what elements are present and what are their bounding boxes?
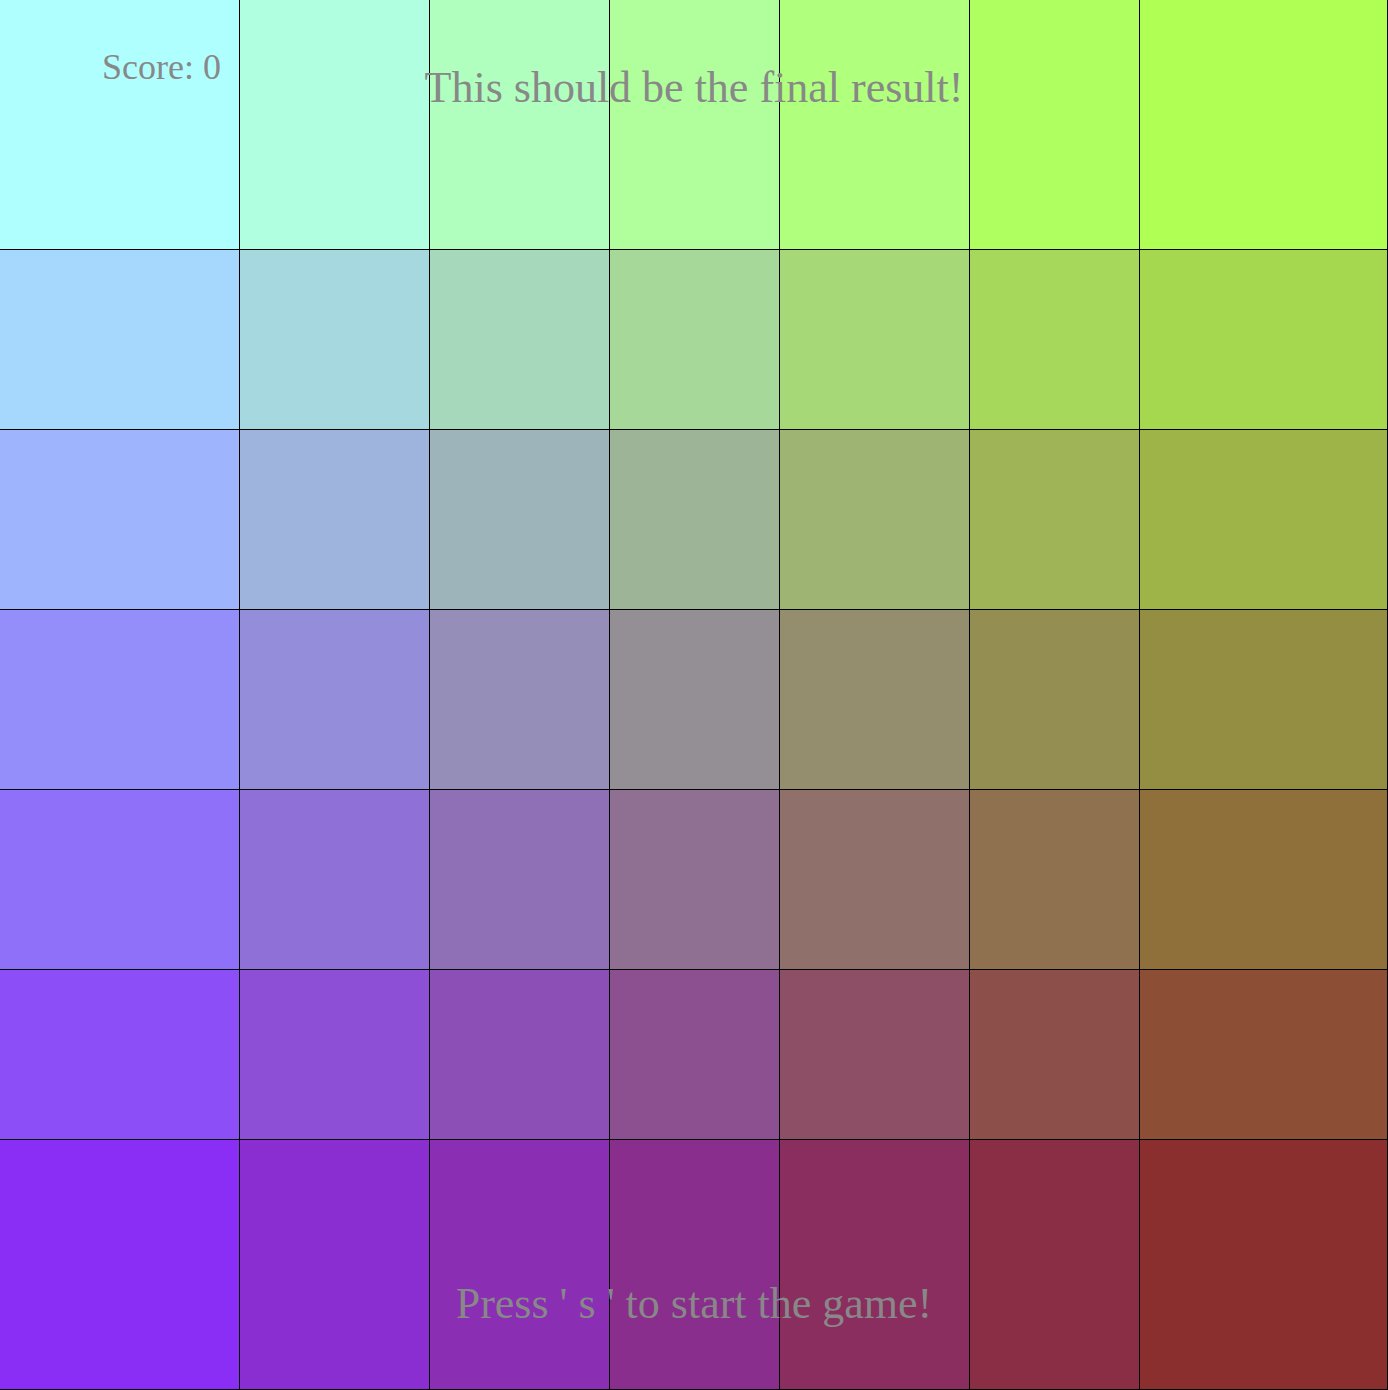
puzzle-piece[interactable] — [780, 250, 970, 430]
goal-message: This should be the final result! — [0, 62, 1388, 113]
puzzle-piece[interactable] — [780, 610, 970, 790]
game-canvas[interactable]: Score: 0This should be the final result!… — [0, 0, 1388, 1390]
puzzle-piece[interactable] — [1140, 970, 1388, 1140]
puzzle-piece[interactable] — [1140, 790, 1388, 970]
puzzle-piece[interactable] — [240, 790, 430, 970]
puzzle-piece[interactable] — [610, 430, 780, 610]
puzzle-piece[interactable] — [430, 1140, 610, 1390]
puzzle-piece[interactable] — [780, 970, 970, 1140]
puzzle-piece[interactable] — [1140, 610, 1388, 790]
puzzle-piece[interactable] — [0, 250, 240, 430]
puzzle-piece[interactable] — [0, 790, 240, 970]
puzzle-piece[interactable] — [430, 430, 610, 610]
puzzle-piece[interactable] — [610, 1140, 780, 1390]
puzzle-piece[interactable] — [1140, 0, 1388, 250]
puzzle-piece[interactable] — [240, 430, 430, 610]
puzzle-piece[interactable] — [430, 250, 610, 430]
puzzle-piece[interactable] — [970, 430, 1140, 610]
puzzle-piece[interactable] — [430, 790, 610, 970]
puzzle-piece[interactable] — [970, 250, 1140, 430]
puzzle-piece[interactable] — [240, 970, 430, 1140]
puzzle-piece[interactable] — [1140, 430, 1388, 610]
puzzle-piece[interactable] — [970, 790, 1140, 970]
puzzle-piece[interactable] — [780, 1140, 970, 1390]
puzzle-piece[interactable] — [610, 790, 780, 970]
puzzle-piece[interactable] — [240, 250, 430, 430]
puzzle-piece[interactable] — [0, 610, 240, 790]
puzzle-piece[interactable] — [1140, 250, 1388, 430]
puzzle-piece[interactable] — [0, 970, 240, 1140]
puzzle-piece[interactable] — [780, 430, 970, 610]
score-label: Score: 0 — [102, 46, 221, 88]
puzzle-piece[interactable] — [240, 0, 430, 250]
puzzle-piece[interactable] — [430, 970, 610, 1140]
puzzle-piece[interactable] — [240, 610, 430, 790]
puzzle-piece[interactable] — [240, 1140, 430, 1390]
puzzle-piece[interactable] — [430, 0, 610, 250]
puzzle-piece[interactable] — [0, 430, 240, 610]
puzzle-piece[interactable] — [1140, 1140, 1388, 1390]
puzzle-piece[interactable] — [610, 250, 780, 430]
puzzle-piece[interactable] — [430, 610, 610, 790]
puzzle-piece[interactable] — [610, 970, 780, 1140]
puzzle-piece[interactable] — [970, 0, 1140, 250]
puzzle-piece[interactable] — [0, 0, 240, 250]
puzzle-piece[interactable] — [0, 1140, 240, 1390]
puzzle-piece[interactable] — [970, 970, 1140, 1140]
puzzle-piece[interactable] — [970, 610, 1140, 790]
puzzle-piece[interactable] — [780, 790, 970, 970]
puzzle-piece[interactable] — [610, 610, 780, 790]
puzzle-piece[interactable] — [780, 0, 970, 250]
puzzle-piece[interactable] — [970, 1140, 1140, 1390]
puzzle-piece[interactable] — [610, 0, 780, 250]
puzzle-board — [0, 0, 1388, 1390]
start-hint: Press ' s ' to start the game! — [0, 1278, 1388, 1329]
